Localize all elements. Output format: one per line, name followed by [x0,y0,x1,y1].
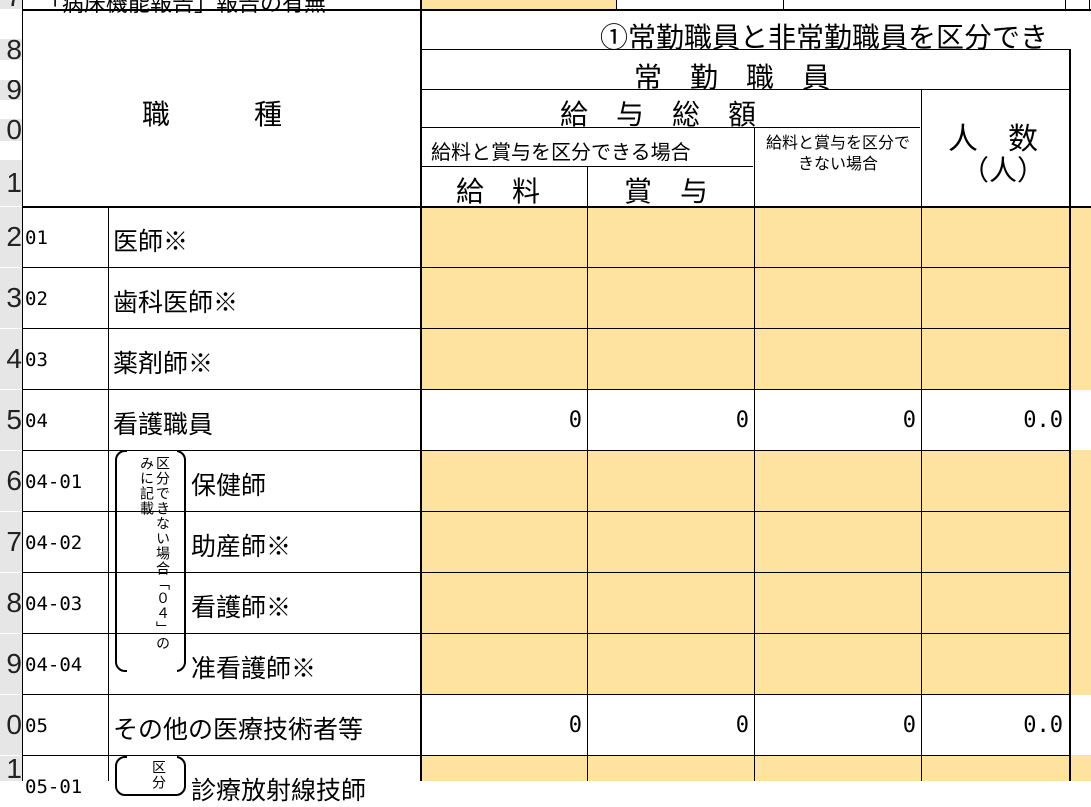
row-name: その他の医療技術者等 [113,715,364,744]
ninzu-unit-header: （人） [961,154,1046,187]
input-block-0501[interactable] [421,756,1069,781]
row-name: 診療放射線技師 [191,776,367,805]
row-name: 看護職員 [113,410,214,439]
bracket-note-2: 区分 [150,760,166,790]
row-code: 04-03 [25,593,83,615]
row-number[interactable]: 0 [0,119,23,141]
row-code: 04 [25,410,48,432]
input-block-01-03[interactable] [421,207,1069,389]
bracket-note: 区分できない場合「０４」のみに記載 [138,456,170,651]
row-code: 04-01 [25,471,83,493]
value-cell[interactable]: 0 [442,713,582,738]
row-number[interactable]: 1 [0,160,23,206]
kyuryo-header: 給 料 [456,175,541,208]
value-cell[interactable]: 0 [609,713,749,738]
row-name: 保健師 [191,471,267,500]
row-number[interactable]: 7 [0,0,23,9]
section-title: ①常勤職員と非常勤職員を区分でき [600,21,1049,54]
row-number[interactable]: 0 [0,695,23,755]
row-number[interactable]: 5 [0,390,23,450]
row-code: 03 [25,349,48,371]
row-name: 薬剤師※ [113,349,214,378]
row-number[interactable]: 9 [0,80,23,100]
row-number[interactable]: 8 [0,39,23,60]
row-name: 助産師※ [191,532,292,561]
row-code: 02 [25,288,48,310]
row-number[interactable]: 3 [0,268,23,328]
row-code: 05-01 [25,776,83,798]
kubun-dekiru-header: 給料と賞与を区分できる場合 [431,140,691,164]
row-code: 05 [25,715,48,737]
row-number[interactable]: 1 [0,756,23,781]
row-number[interactable]: 8 [0,573,23,633]
row-number[interactable]: 9 [0,634,23,694]
row-code: 04-02 [25,532,83,554]
joukin-header: 常 勤 職 員 [634,61,831,94]
value-cell[interactable]: 0 [776,713,916,738]
value-cell[interactable]: 0.0 [923,408,1063,433]
row-code: 01 [25,227,48,249]
row-number[interactable]: 6 [0,451,23,511]
value-cell[interactable]: 0 [776,408,916,433]
kubun-dekinai-header: 給料と賞与を区分できない場合 [765,133,910,173]
row-name: 歯科医師※ [113,288,239,317]
value-cell[interactable]: 0 [609,408,749,433]
row-name: 医師※ [113,227,189,256]
row-name: 看護師※ [191,593,292,622]
row-number[interactable]: 4 [0,329,23,389]
row-number[interactable]: 2 [0,207,23,267]
row-name: 准看護師※ [191,654,317,683]
row-number[interactable]: 7 [0,512,23,572]
shoyo-header: 賞 与 [624,175,709,208]
shokushu-header: 職 種 [142,98,283,131]
row-code: 04-04 [25,654,83,676]
value-cell[interactable]: 0.0 [923,713,1063,738]
value-cell[interactable]: 0 [442,408,582,433]
